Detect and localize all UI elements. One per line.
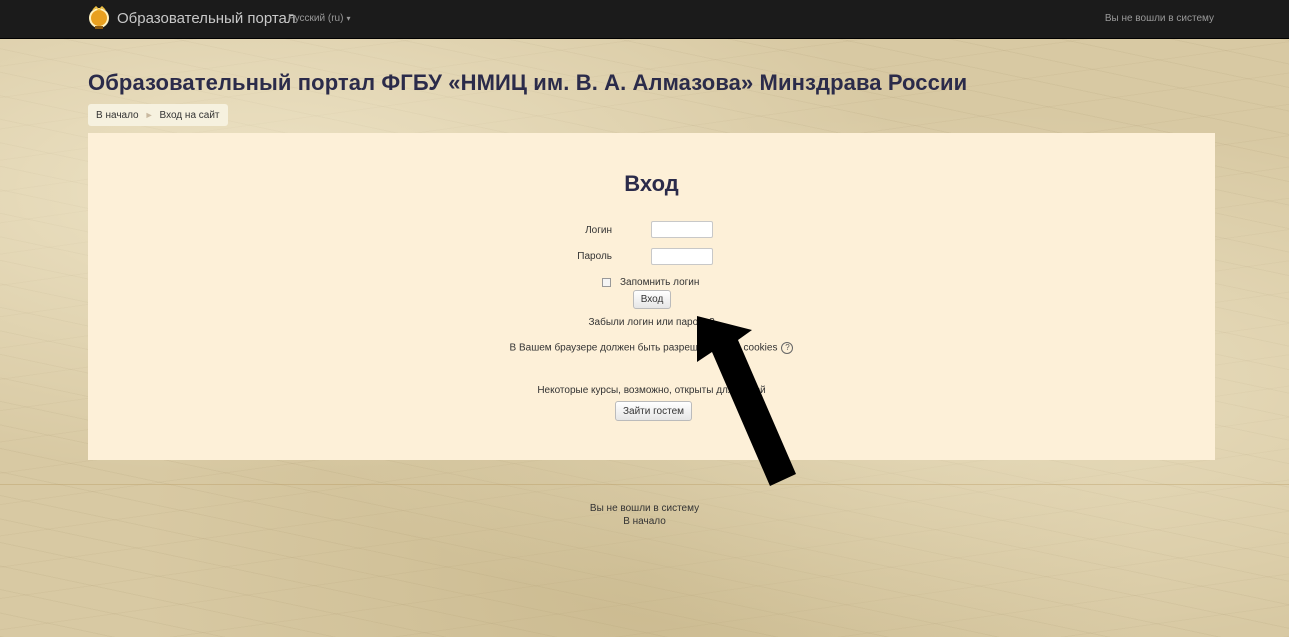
login-panel: Вход Логин Пароль Запомнить логин Вход З… <box>88 133 1215 460</box>
remember-login-checkbox[interactable] <box>602 278 611 287</box>
login-submit-button[interactable]: Вход <box>633 290 671 309</box>
language-menu[interactable]: Русский (ru) ▾ <box>288 13 350 24</box>
chevron-down-icon: ▾ <box>346 14 351 23</box>
breadcrumb-home-link[interactable]: В начало <box>96 110 139 121</box>
breadcrumb-separator-icon: ► <box>144 110 154 120</box>
cookies-notice: В Вашем браузере должен быть разрешен пр… <box>509 342 778 354</box>
forgot-password-link[interactable]: Забыли логин или пароль? <box>588 317 714 328</box>
username-label: Логин <box>585 225 612 236</box>
password-input[interactable] <box>651 248 713 265</box>
question-circle-icon[interactable]: ? <box>781 342 794 354</box>
guest-notice: Некоторые курсы, возможно, открыты для г… <box>537 385 766 396</box>
login-title: Вход <box>624 171 679 196</box>
page-title: Образовательный портал ФГБУ «НМИЦ им. В.… <box>88 70 968 95</box>
brand-link[interactable]: Образовательный портал <box>117 10 296 27</box>
footer-login-status: Вы не вошли в систему <box>589 503 700 514</box>
username-input[interactable] <box>651 221 713 238</box>
cookies-notice-row: В Вашем браузере должен быть разрешен пр… <box>88 342 1215 354</box>
top-navbar: Образовательный портал Русский (ru) ▾ Вы … <box>0 0 1289 39</box>
password-label: Пароль <box>577 251 612 262</box>
forgot-password-row: Забыли логин или пароль? <box>88 317 1215 328</box>
navbar-login-status: Вы не вошли в систему <box>1104 13 1214 24</box>
footer-divider <box>0 484 1289 485</box>
guest-login-button[interactable]: Зайти гостем <box>615 401 692 421</box>
footer-home-row: В начало <box>0 516 1289 527</box>
remember-login-label[interactable]: Запомнить логин <box>620 277 699 288</box>
breadcrumb: В начало ► Вход на сайт <box>88 104 228 126</box>
language-label: Русский (ru) <box>288 13 344 24</box>
brand-logo-icon[interactable] <box>88 6 110 32</box>
footer-home-link[interactable]: В начало <box>623 516 666 527</box>
breadcrumb-login-link[interactable]: Вход на сайт <box>160 110 220 121</box>
